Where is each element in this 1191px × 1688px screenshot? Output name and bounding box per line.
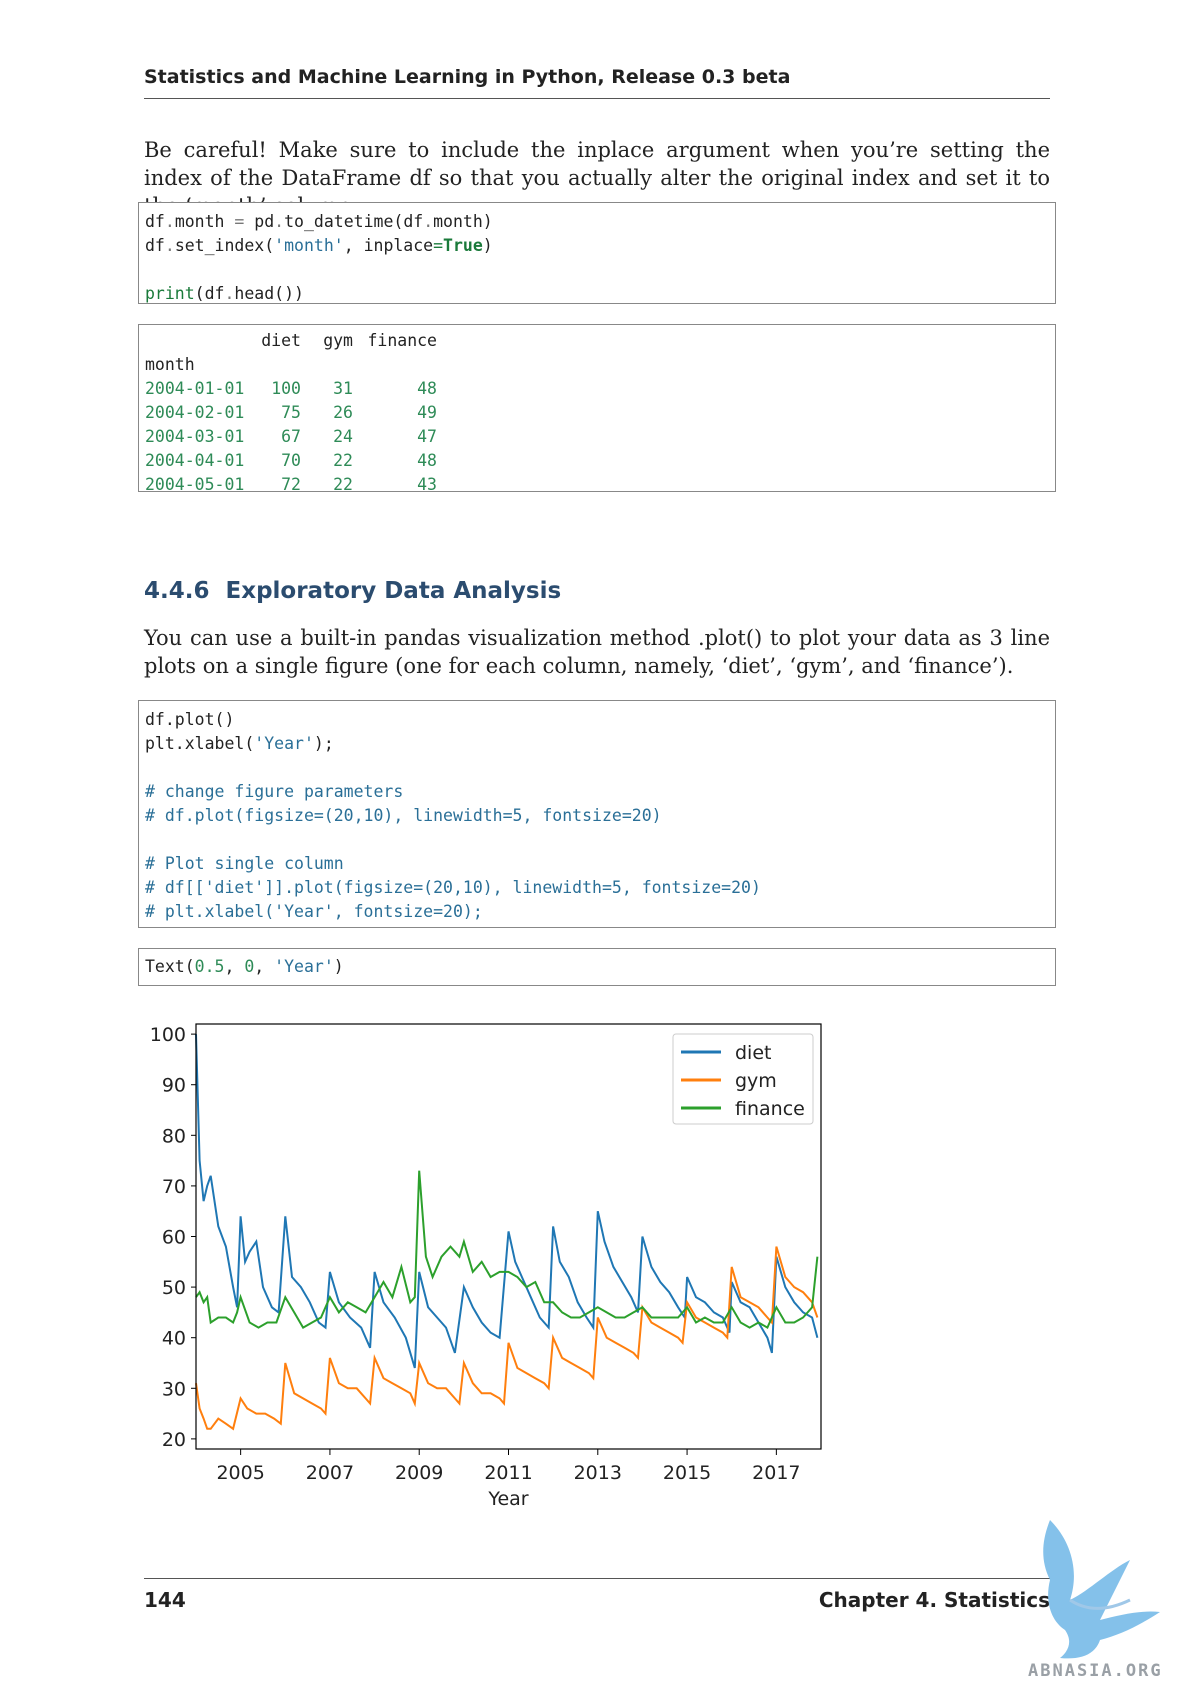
table-row: 2004-04-01 70 22 48 xyxy=(145,449,437,473)
code-cell-1[interactable]: df.month = pd.to_datetime(df.month) df.s… xyxy=(138,202,1056,304)
cell-finance: 49 xyxy=(417,403,437,422)
x-tick-label: 2007 xyxy=(306,1462,354,1484)
x-tick-label: 2013 xyxy=(574,1462,622,1484)
df-header-row: diet gym finance xyxy=(145,329,437,353)
legend-label-gym: gym xyxy=(735,1070,777,1092)
table-row: 2004-05-01 72 22 43 xyxy=(145,473,437,497)
y-tick-label: 70 xyxy=(162,1176,186,1198)
cell-diet: 75 xyxy=(281,403,301,422)
series-line-gym xyxy=(195,1246,819,1431)
cell-month: 2004-02-01 xyxy=(145,403,245,422)
table-row: 2004-01-01 100 31 48 xyxy=(145,377,437,401)
table-row: 2004-03-01 67 24 47 xyxy=(145,425,437,449)
output-cell-1: diet gym finance month 2004-01-01 100 31… xyxy=(138,324,1056,494)
winged-lion-icon: ABNASIA.ORG xyxy=(1028,1520,1163,1681)
text-output: Text(0.5, 0, 'Year') xyxy=(145,957,344,976)
cell-gym: 22 xyxy=(333,475,353,494)
legend-label-finance: finance xyxy=(735,1098,805,1120)
y-tick-label: 60 xyxy=(162,1227,186,1249)
x-tick-label: 2009 xyxy=(395,1462,443,1484)
x-tick-label: 2015 xyxy=(663,1462,711,1484)
cell-diet: 67 xyxy=(281,427,301,446)
cell-gym: 22 xyxy=(333,451,353,470)
cell-month: 2004-01-01 xyxy=(145,379,245,398)
col-diet: diet xyxy=(261,331,301,350)
code-cell-2[interactable]: df.plot() plt.xlabel('Year'); # change f… xyxy=(138,700,1056,928)
chart-svg: 20 30 40 50 60 70 80 90 100 2005 2007 2009 2011 2013 2… xyxy=(150,1023,822,1510)
section-number: 4.4.6 xyxy=(144,578,210,604)
dataframe-output: diet gym finance month 2004-01-01 100 31… xyxy=(145,329,437,497)
cell-finance: 48 xyxy=(417,379,437,398)
x-tick-label: 2005 xyxy=(216,1462,264,1484)
y-tick-label: 100 xyxy=(150,1024,186,1046)
df-index-name-row: month xyxy=(145,353,437,377)
y-tick-label: 20 xyxy=(162,1429,186,1451)
y-tick-label: 30 xyxy=(162,1378,186,1400)
cell-finance: 48 xyxy=(417,451,437,470)
table-row: 2004-02-01 75 26 49 xyxy=(145,401,437,425)
cell-finance: 47 xyxy=(417,427,437,446)
footer-rule xyxy=(144,1578,1050,1579)
col-finance: finance xyxy=(367,331,437,350)
y-tick-label: 90 xyxy=(162,1075,186,1097)
running-header: Statistics and Machine Learning in Pytho… xyxy=(144,66,1050,99)
cell-gym: 24 xyxy=(333,427,353,446)
page-number: 144 xyxy=(144,1588,186,1612)
line-chart: 20 30 40 50 60 70 80 90 100 2005 2007 2009 2011 2013 2… xyxy=(138,1016,890,1536)
y-tick-label: 40 xyxy=(162,1328,186,1350)
cell-gym: 26 xyxy=(333,403,353,422)
y-tick-label: 50 xyxy=(162,1277,186,1299)
cell-month: 2004-03-01 xyxy=(145,427,245,446)
cell-diet: 72 xyxy=(281,475,301,494)
output-cell-2: Text(0.5, 0, 'Year') xyxy=(138,948,1056,986)
index-name: month xyxy=(145,355,195,374)
book-title: Statistics and Machine Learning in Pytho… xyxy=(144,66,791,88)
col-gym: gym xyxy=(323,331,353,350)
plot-paragraph: You can use a built-in pandas visualizat… xyxy=(144,626,1050,678)
cell-gym: 31 xyxy=(333,379,353,398)
section-heading: 4.4.6 Exploratory Data Analysis xyxy=(144,578,561,604)
watermark-logo: ABNASIA.ORG xyxy=(1010,1500,1190,1684)
cell-diet: 100 xyxy=(271,379,301,398)
watermark-text: ABNASIA.ORG xyxy=(1028,1661,1163,1681)
cell-month: 2004-05-01 xyxy=(145,475,245,494)
x-axis-label: Year xyxy=(487,1488,528,1510)
cell-finance: 43 xyxy=(417,475,437,494)
section-title: Exploratory Data Analysis xyxy=(225,578,562,604)
x-tick-label: 2017 xyxy=(752,1462,800,1484)
code-block-1: df.month = pd.to_datetime(df.month) df.s… xyxy=(145,212,493,303)
cell-month: 2004-04-01 xyxy=(145,451,245,470)
legend-label-diet: diet xyxy=(735,1042,771,1064)
y-tick-label: 80 xyxy=(162,1125,186,1147)
x-tick-label: 2011 xyxy=(484,1462,532,1484)
code-block-2: df.plot() plt.xlabel('Year'); # change f… xyxy=(145,710,761,921)
cell-diet: 70 xyxy=(281,451,301,470)
